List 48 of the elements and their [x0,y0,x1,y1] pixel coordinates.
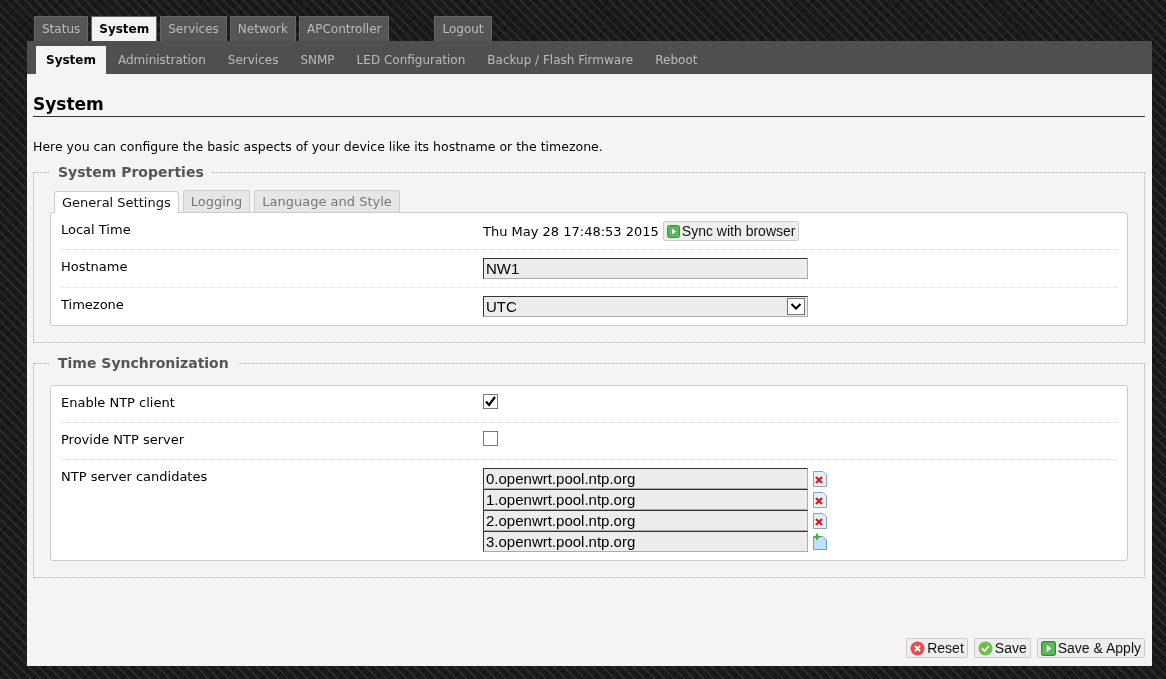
ntp-server-input[interactable]: 2.openwrt.pool.ntp.org [483,510,808,531]
play-icon [1040,640,1056,656]
sub-nav-tab[interactable]: Reboot [645,46,708,74]
ntp-server-input[interactable]: 0.openwrt.pool.ntp.org [483,468,808,489]
settings-tab[interactable]: Logging [182,190,251,212]
reset-button[interactable]: Reset [906,638,968,658]
checkbox[interactable] [483,394,498,409]
field-label: Timezone [61,296,125,312]
field-label: Local Time [61,221,132,237]
ntp-server-input[interactable]: 1.openwrt.pool.ntp.org [483,489,808,510]
logout-tab[interactable]: Logout [434,16,492,41]
fieldset-legend: Time Synchronization [50,355,237,371]
sub-nav-tab[interactable]: System [36,46,106,74]
cross-icon [910,640,926,656]
sub-nav-tab[interactable]: Backup / Flash Firmware [477,46,644,74]
nav-tab[interactable]: System [91,16,158,41]
nav-tab[interactable]: Services [160,16,227,41]
play-icon [666,224,680,238]
ntp-server-input[interactable]: 3.openwrt.pool.ntp.org [483,531,808,552]
fieldset-legend: System Properties [50,164,212,180]
add-icon[interactable] [812,532,828,551]
caret-icon [787,298,805,315]
remove-icon[interactable] [812,511,828,530]
sub-nav-tab[interactable]: Administration [108,46,216,74]
timezone-select[interactable]: UTC [483,296,808,317]
sub-nav-tab[interactable]: LED Configuration [346,46,476,74]
checkbox[interactable] [483,431,498,446]
local-time: Thu May 28 17:48:53 2015 [483,223,659,239]
field-label: Enable NTP client [61,394,176,410]
page-title: System [33,94,1145,117]
apply-button[interactable]: Save & Apply [1036,638,1145,658]
page-description: Here you can configure the basic aspects of your device like its hostname or the timezone. [33,139,604,154]
field-label: Hostname [61,258,129,274]
remove-icon[interactable] [812,469,828,488]
field-label: NTP server candidates [61,468,209,484]
field-label: Provide NTP server [61,431,186,447]
sub-nav-tab[interactable]: Services [217,46,289,74]
remove-icon[interactable] [812,490,828,509]
settings-tab[interactable]: Language and Style [254,190,400,212]
settings-tab[interactable]: General Settings [54,191,179,213]
check-icon [977,640,993,656]
sub-nav-tab[interactable]: SNMP [290,46,345,74]
sync-button[interactable]: Sync with browser [662,221,800,241]
hostname-input[interactable]: NW1 [483,258,808,279]
nav-tab[interactable]: Status [34,16,89,41]
save-button[interactable]: Save [973,638,1031,658]
nav-tab[interactable]: Network [229,16,296,41]
nav-tab[interactable]: APController [298,16,390,41]
